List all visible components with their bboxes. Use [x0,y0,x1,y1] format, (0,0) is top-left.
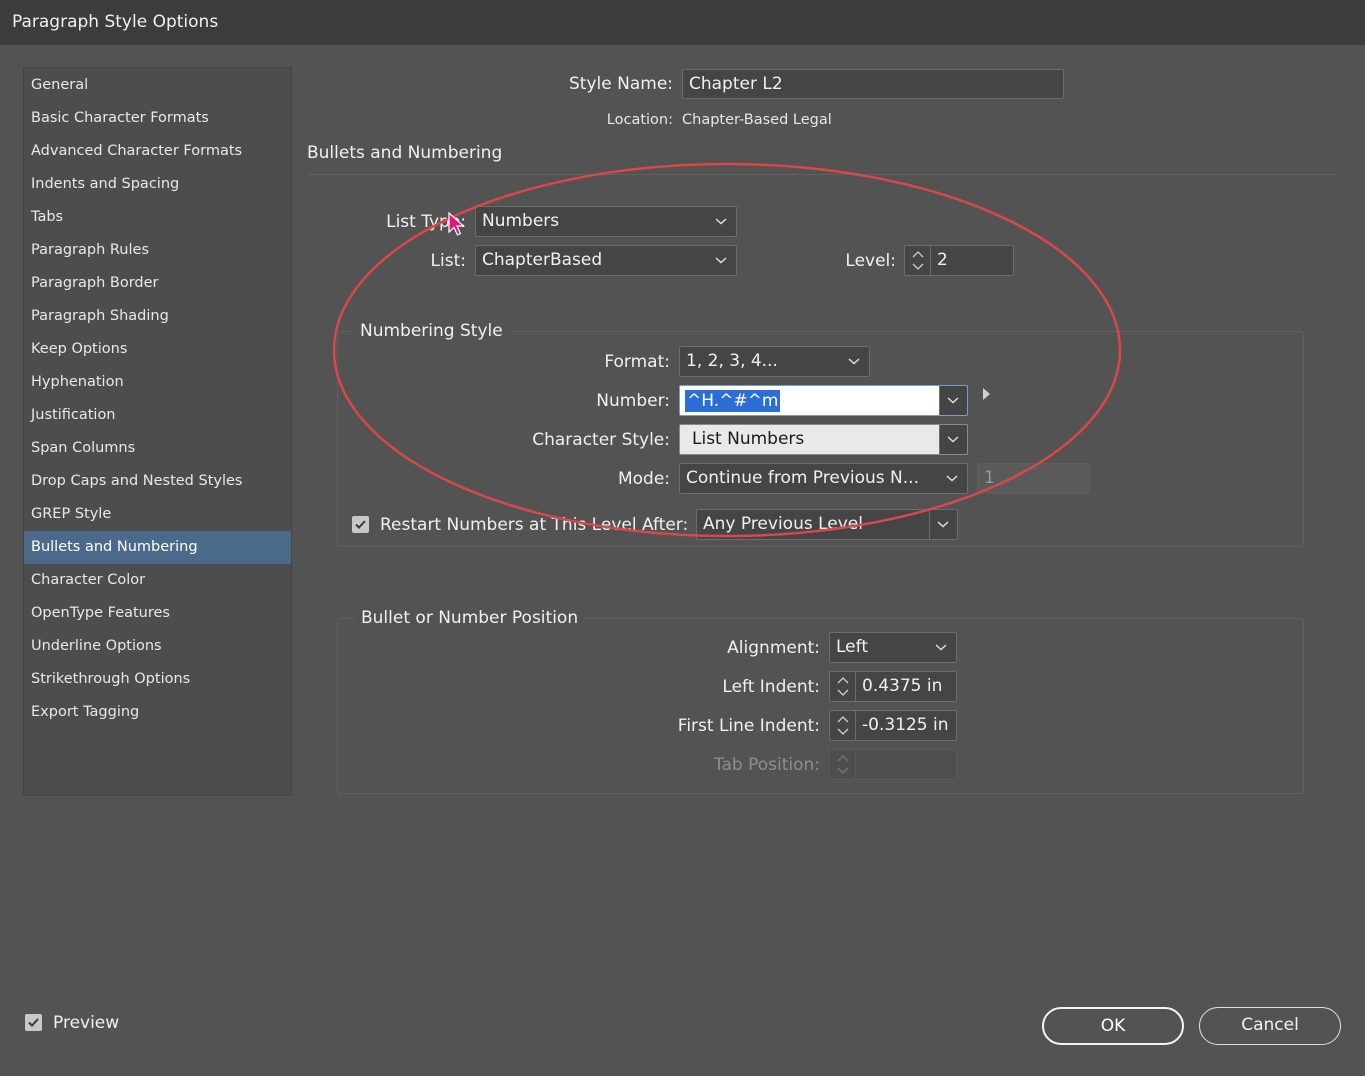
spin-up-down-icon [837,755,849,774]
sidebar-item[interactable]: Keep Options [24,333,291,366]
list-dropdown[interactable]: ChapterBased [475,245,737,276]
character-style-label: Character Style: [532,430,670,450]
chevron-down-icon [947,397,959,404]
location-label: Location: [606,112,673,128]
sidebar-item[interactable]: General [24,69,291,102]
sidebar-item[interactable]: Underline Options [24,630,291,663]
left-indent-label: Left Indent: [722,677,820,697]
ok-button[interactable]: OK [1042,1007,1184,1045]
location-value: Chapter-Based Legal [682,112,832,128]
character-style-dropdown[interactable]: List Numbers [679,424,968,455]
preview-checkbox[interactable] [25,1014,42,1031]
sidebar-item[interactable]: GREP Style [24,498,291,531]
sidebar-item[interactable]: Span Columns [24,432,291,465]
first-line-indent-value: -0.3125 in [862,715,949,735]
checkmark-icon [355,520,366,529]
spin-up-down-icon [837,716,849,735]
tab-position-stepper [829,749,957,780]
stepper-arrows[interactable] [830,711,856,740]
sidebar-item[interactable]: Advanced Character Formats [24,135,291,168]
chevron-down-icon [848,358,860,365]
character-style-button[interactable] [939,425,967,454]
number-value[interactable]: ^H.^#^m [685,390,781,412]
section-divider [307,174,1337,175]
chevron-down-icon [947,436,959,443]
restart-numbers-checkbox[interactable] [352,516,369,533]
chevron-down-icon [946,475,958,482]
sidebar-item[interactable]: Tabs [24,201,291,234]
sidebar-item[interactable]: Character Color [24,564,291,597]
position-title: Bullet or Number Position [355,608,585,628]
title-bar: Paragraph Style Options [0,0,1365,45]
checkmark-icon [28,1018,39,1027]
spin-up-down-icon [837,677,849,696]
format-label: Format: [604,352,670,372]
position-group [337,618,1304,794]
left-indent-value: 0.4375 in [862,676,943,696]
style-name-input[interactable]: Chapter L2 [682,69,1064,99]
number-label: Number: [596,391,670,411]
chevron-down-icon [715,218,727,225]
chevron-down-icon [935,644,947,651]
sidebar-item[interactable]: Hyphenation [24,366,291,399]
alignment-label: Alignment: [727,638,820,658]
sidebar-item[interactable]: Paragraph Border [24,267,291,300]
section-title: Bullets and Numbering [307,143,503,163]
level-label: Level: [845,251,896,271]
list-label: List: [430,251,466,271]
stepper-arrows[interactable] [905,246,931,275]
sidebar-item[interactable]: Basic Character Formats [24,102,291,135]
number-combo[interactable]: ^H.^#^m [679,385,968,416]
list-value: ChapterBased [482,250,603,270]
mode-value: Continue from Previous N... [686,468,919,488]
number-combo-button[interactable] [939,386,967,415]
sidebar-item[interactable]: Strikethrough Options [24,663,291,696]
format-dropdown[interactable]: 1, 2, 3, 4... [679,346,870,377]
stepper-arrows [830,750,856,779]
alignment-dropdown[interactable]: Left [829,632,957,663]
list-type-dropdown[interactable]: Numbers [475,206,737,237]
preview-label: Preview [53,1013,120,1033]
first-line-indent-stepper[interactable]: -0.3125 in [829,710,957,741]
chevron-down-icon [715,257,727,264]
level-stepper[interactable]: 2 [904,245,1014,276]
character-style-value: List Numbers [692,429,805,449]
stepper-arrows[interactable] [830,672,856,701]
sidebar-item[interactable]: Justification [24,399,291,432]
chevron-down-icon [937,521,949,528]
left-indent-stepper[interactable]: 0.4375 in [829,671,957,702]
sidebar-item[interactable]: Paragraph Shading [24,300,291,333]
restart-level-value: Any Previous Level [703,514,863,534]
numbering-style-title: Numbering Style [354,321,509,341]
sidebar-item[interactable]: Indents and Spacing [24,168,291,201]
mode-label: Mode: [617,469,670,489]
window-title: Paragraph Style Options [12,12,219,32]
first-line-indent-label: First Line Indent: [677,716,820,736]
sidebar-item[interactable]: Export Tagging [24,696,291,729]
mode-dropdown[interactable]: Continue from Previous N... [679,463,968,494]
cancel-button[interactable]: Cancel [1199,1007,1341,1045]
sidebar-item[interactable]: Paragraph Rules [24,234,291,267]
alignment-value: Left [836,637,868,657]
tab-position-label: Tab Position: [713,755,820,775]
format-value: 1, 2, 3, 4... [686,351,778,371]
style-name-label: Style Name: [569,74,673,94]
sidebar-item[interactable]: Bullets and Numbering [24,531,291,564]
spin-up-down-icon [912,251,924,270]
list-type-value: Numbers [482,211,560,231]
restart-numbers-label: Restart Numbers at This Level After: [380,515,689,535]
list-type-label: List Type: [386,212,466,232]
level-value: 2 [937,250,948,270]
sidebar-item[interactable]: OpenType Features [24,597,291,630]
restart-level-dropdown[interactable]: Any Previous Level [696,509,958,540]
restart-level-button[interactable] [929,510,957,539]
insert-special-character-menu-icon[interactable] [982,387,992,401]
mode-start-input: 1 [977,463,1090,494]
sidebar-item[interactable]: Drop Caps and Nested Styles [24,465,291,498]
category-sidebar: General Basic Character Formats Advanced C… [23,67,292,796]
